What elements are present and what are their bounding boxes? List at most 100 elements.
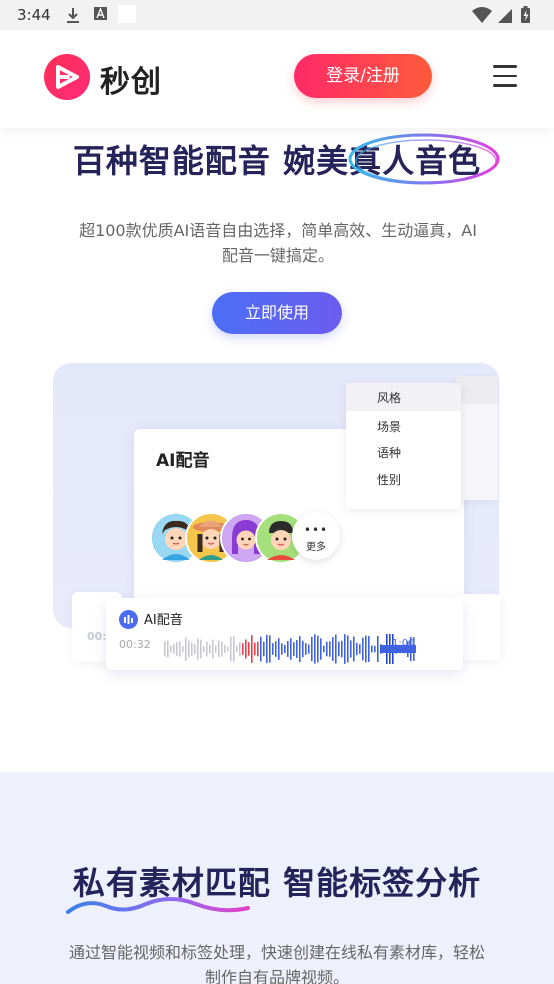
more-dots-icon: ••• — [303, 523, 329, 537]
waveform-bar — [290, 638, 292, 660]
waveform-bar — [335, 634, 337, 664]
audio-title: AI配音 — [144, 613, 183, 628]
audio-current-time: 00:32 — [119, 638, 151, 651]
waveform-bar — [284, 644, 286, 654]
audio-waveform-icon — [119, 610, 138, 629]
waveform-bar — [191, 642, 193, 656]
waveform-bar — [326, 641, 328, 657]
waveform-bar — [188, 640, 190, 658]
waveform-bar — [179, 641, 181, 657]
waveform-bar — [296, 640, 298, 658]
login-register-button[interactable]: 登录/注册 — [294, 54, 432, 98]
waveform-bar — [341, 640, 343, 658]
waveform-bar — [356, 642, 358, 656]
waveform-bar — [323, 645, 325, 653]
status-icons-right — [472, 6, 530, 23]
waveform-bar — [248, 642, 250, 656]
waveform-bar — [224, 645, 226, 653]
menu-item-scene[interactable]: 场景 — [377, 418, 401, 435]
waveform-bar — [368, 636, 370, 662]
ai-dubbing-card-title: AI配音 — [156, 451, 210, 471]
waveform-bar — [347, 635, 349, 663]
waveform-bar — [242, 643, 244, 655]
waveform-bar — [215, 645, 217, 653]
menu-item-gender[interactable]: 性别 — [377, 471, 401, 488]
audio-end-time: 1:00 — [392, 638, 415, 649]
signal-icon — [498, 9, 512, 23]
menu-item-style[interactable]: 风格 — [377, 389, 401, 406]
waveform-bar — [245, 639, 247, 659]
hero-description: 超100款优质AI语音自由选择，简单高效、生动逼真，AI配音一键搞定。 — [79, 221, 477, 265]
waveform-bar — [197, 638, 199, 660]
waveform-bar — [320, 638, 322, 660]
waveform-bar — [272, 643, 274, 655]
brand-name[interactable]: 秒创 — [100, 57, 162, 101]
waveform-bar — [338, 641, 340, 657]
more-voices-button[interactable]: ••• 更多 — [292, 512, 340, 560]
waveform-bar — [350, 640, 352, 658]
waveform-bar — [353, 636, 355, 662]
wifi-icon — [472, 7, 492, 23]
waveform-bar — [236, 645, 238, 653]
menu-item-language[interactable]: 语种 — [377, 444, 401, 461]
waveform-bar — [329, 641, 331, 657]
site-header: 秒创 登录/注册 — [0, 30, 554, 128]
waveform-bar — [332, 637, 334, 661]
waveform-bar — [164, 641, 166, 657]
waveform-bar — [260, 636, 262, 662]
waveform-bar — [251, 635, 253, 663]
waveform-bar — [176, 642, 178, 656]
waveform-bar — [182, 646, 184, 652]
text-icon — [94, 7, 107, 20]
waveform-bar — [209, 644, 211, 654]
waveform-bar — [371, 645, 373, 653]
use-now-button[interactable]: 立即使用 — [212, 292, 342, 334]
waveform-bar — [212, 639, 214, 659]
download-icon — [67, 8, 79, 23]
underline-swoosh-decoration — [66, 897, 250, 914]
waveform-bar — [194, 643, 196, 655]
waveform-bar — [239, 642, 241, 656]
waveform-bar — [314, 634, 316, 664]
waveform-bar — [362, 637, 364, 661]
waveform-bar — [311, 636, 313, 662]
menu-item-highlight — [346, 383, 461, 411]
waveform-bar — [374, 645, 376, 653]
waveform-bar — [281, 643, 283, 655]
waveform-bar — [263, 641, 265, 657]
waveform-bar — [206, 641, 208, 657]
more-label: 更多 — [306, 542, 326, 553]
waveform-bar — [254, 642, 256, 656]
status-bar: 3:44 — [0, 0, 554, 30]
waveform-bar — [317, 635, 319, 663]
audio-ghost-time: 00: — [87, 630, 107, 643]
section2-description: 通过智能视频和标签处理，快速创建在线私有素材库，轻松制作自有品牌视频。 — [68, 943, 485, 984]
waveform-bar — [299, 635, 301, 663]
waveform-bar — [233, 636, 235, 662]
hamburger-menu-icon[interactable] — [493, 65, 517, 87]
waveform-bar — [293, 642, 295, 656]
waveform-bar — [200, 639, 202, 659]
highlight-ring-decoration — [348, 133, 500, 185]
waveform-bar — [302, 640, 304, 658]
waveform-bar — [278, 638, 280, 660]
waveform-bar — [344, 634, 346, 664]
waveform-bar — [266, 634, 268, 664]
brand-logo-icon[interactable] — [44, 54, 90, 100]
waveform-bar — [185, 637, 187, 661]
waveform-bar — [308, 644, 310, 654]
waveform-bar — [203, 646, 205, 652]
waveform-bar — [230, 636, 232, 662]
waveform-bar — [257, 641, 259, 657]
battery-charging-icon — [521, 6, 530, 23]
waveform-bar — [170, 645, 172, 653]
waveform-bar — [218, 640, 220, 658]
menu-back-header — [456, 376, 498, 404]
audio-waveform[interactable] — [164, 630, 416, 668]
waveform-bar — [269, 635, 271, 663]
waveform-bar — [275, 641, 277, 657]
waveform-bar — [167, 640, 169, 658]
blank-notification-icon — [118, 5, 136, 23]
waveform-bar — [305, 643, 307, 655]
waveform-bar — [359, 644, 361, 654]
